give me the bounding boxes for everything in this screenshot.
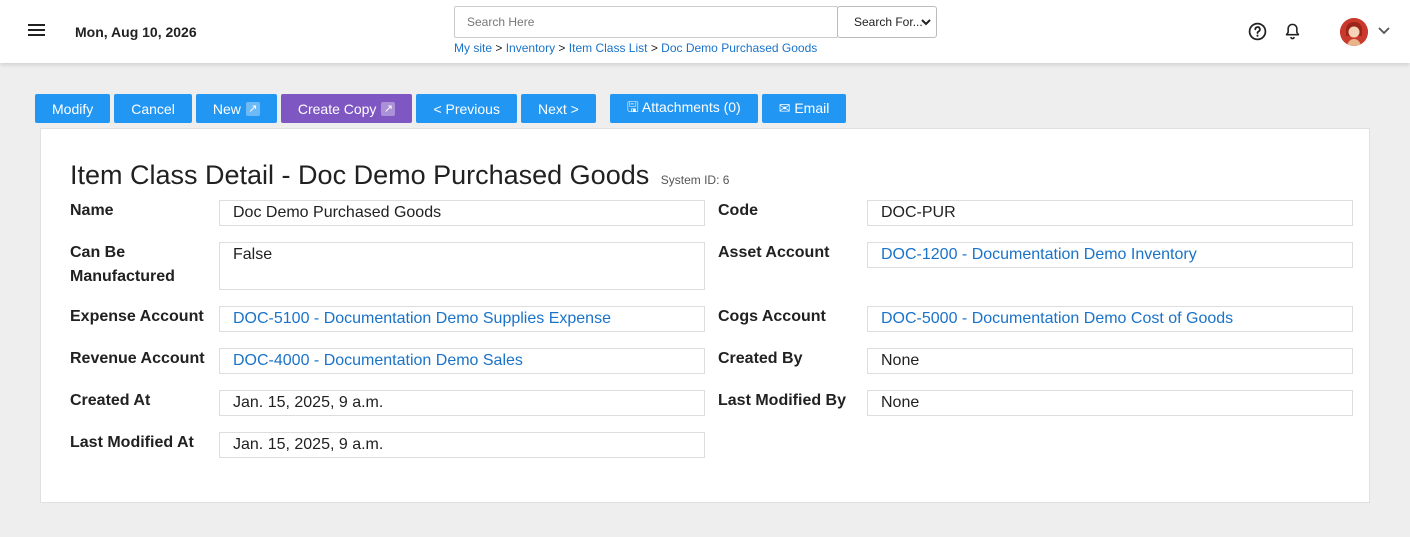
asset-account-label: Asset Account — [718, 244, 830, 261]
current-date: Mon, Aug 10, 2026 — [75, 24, 197, 40]
chevron-down-icon — [921, 19, 931, 26]
name-label: Name — [70, 202, 114, 219]
system-id: System ID: 6 — [660, 173, 730, 187]
avatar-image — [1340, 18, 1368, 46]
email-button[interactable]: ✉ Email — [761, 94, 847, 123]
last-modified-at-field: Jan. 15, 2025, 9 a.m. — [219, 432, 705, 458]
action-toolbar: Modify Cancel New ↗ Create Copy ↗ < Prev… — [35, 94, 847, 123]
page-title-text: Item Class Detail - Doc Demo Purchased G… — [70, 160, 650, 190]
name-field: Doc Demo Purchased Goods — [219, 200, 705, 226]
hamburger-icon[interactable] — [28, 24, 45, 38]
asset-account-link[interactable]: DOC-1200 - Documentation Demo Inventory — [867, 242, 1353, 268]
cogs-account-link[interactable]: DOC-5000 - Documentation Demo Cost of Go… — [867, 306, 1353, 332]
breadcrumb-separator: > — [558, 41, 566, 55]
external-link-icon: ↗ — [381, 101, 396, 116]
expense-account-link[interactable]: DOC-5100 - Documentation Demo Supplies E… — [219, 306, 705, 332]
new-button[interactable]: New ↗ — [195, 94, 277, 123]
cancel-button[interactable]: Cancel — [114, 94, 192, 123]
new-button-label: New — [212, 100, 241, 117]
next-button[interactable]: Next > — [520, 94, 596, 123]
code-field: DOC-PUR — [867, 200, 1353, 226]
breadcrumb-separator: > — [650, 41, 658, 55]
breadcrumb-inventory[interactable]: Inventory — [506, 41, 555, 55]
revenue-account-link[interactable]: DOC-4000 - Documentation Demo Sales — [219, 348, 705, 374]
previous-button[interactable]: < Previous — [416, 94, 517, 123]
top-bar: Mon, Aug 10, 2026 Search For... My site … — [0, 0, 1410, 63]
created-by-label: Created By — [718, 350, 803, 367]
create-copy-label: Create Copy — [297, 100, 377, 117]
revenue-account-label: Revenue Account — [70, 350, 205, 367]
search-type-select[interactable]: Search For... — [837, 6, 937, 38]
cogs-account-label: Cogs Account — [718, 308, 826, 325]
breadcrumb-separator: > — [495, 41, 503, 55]
code-label: Code — [718, 202, 758, 219]
created-at-label: Created At — [70, 392, 151, 409]
chevron-down-icon[interactable] — [1377, 26, 1391, 36]
create-copy-button[interactable]: Create Copy ↗ — [280, 94, 413, 123]
created-by-field: None — [867, 348, 1353, 374]
search-type-value: Search For... — [854, 15, 923, 29]
breadcrumb: My site > Inventory > Item Class List > … — [454, 41, 817, 55]
modify-button[interactable]: Modify — [35, 94, 111, 123]
created-at-field: Jan. 15, 2025, 9 a.m. — [219, 390, 705, 416]
attachments-button[interactable]: 🖫 Attachments (0) — [609, 94, 758, 123]
breadcrumb-current-item[interactable]: Doc Demo Purchased Goods — [661, 41, 817, 55]
detail-card: Item Class Detail - Doc Demo Purchased G… — [40, 128, 1370, 503]
page-title: Item Class Detail - Doc Demo Purchased G… — [70, 160, 729, 191]
expense-account-label: Expense Account — [70, 308, 204, 325]
bell-icon[interactable] — [1283, 22, 1302, 41]
avatar[interactable] — [1340, 18, 1368, 46]
last-modified-at-label: Last Modified At — [70, 434, 194, 451]
last-modified-by-label: Last Modified By — [718, 392, 847, 409]
search-input[interactable] — [454, 6, 838, 38]
breadcrumb-my-site[interactable]: My site — [454, 41, 492, 55]
breadcrumb-item-class-list[interactable]: Item Class List — [569, 41, 648, 55]
help-circle-icon[interactable] — [1248, 22, 1267, 41]
last-modified-by-field: None — [867, 390, 1353, 416]
can-be-manufactured-label: Can Be Manufactured — [70, 244, 175, 285]
external-link-icon: ↗ — [245, 101, 260, 116]
can-be-manufactured-field: False — [219, 242, 705, 290]
